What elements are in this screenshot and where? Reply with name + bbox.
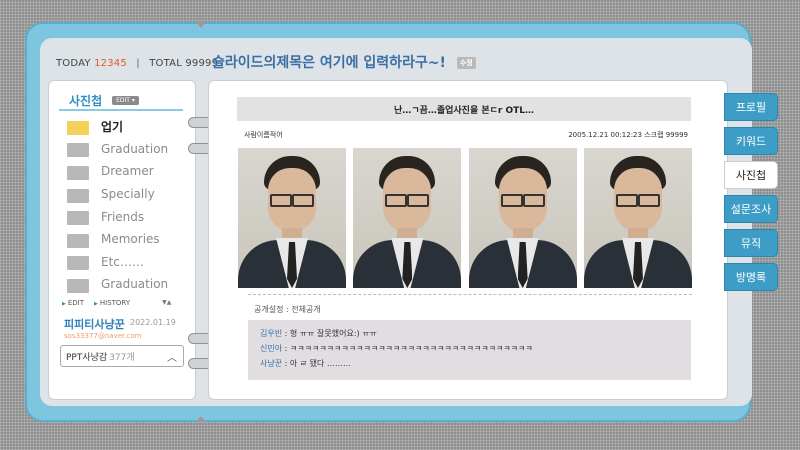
folder-icon [67, 256, 89, 271]
folder-icon [67, 188, 89, 203]
top-notch [196, 22, 206, 28]
folder-label: Etc…… [101, 254, 144, 269]
sidebar-edit-button[interactable]: EDIT ▾ [112, 95, 139, 105]
folder-item[interactable]: Graduation [67, 138, 187, 161]
folder-label: Graduation [101, 141, 169, 156]
history-link[interactable]: HISTORY [94, 299, 130, 307]
comment-text: : ㅋㅋㅋㅋㅋㅋㅋㅋㅋㅋㅋㅋㅋㅋㅋㅋㅋㅋㅋㅋㅋㅋㅋㅋㅋㅋㅋㅋㅋㅋㅋㅋㅋ [282, 344, 533, 353]
folder-label: Dreamer [101, 164, 154, 179]
comment-author[interactable]: 신민아 [260, 344, 282, 353]
counter-separator: | [136, 57, 140, 69]
folder-list: 업기 Graduation Dreamer Specially Friends … [67, 115, 187, 296]
folder-icon [67, 278, 89, 293]
folder-icon [67, 233, 89, 248]
dropdown-count: 377개 [109, 352, 135, 363]
post-divider [248, 294, 692, 295]
today-count: 12345 [94, 57, 127, 69]
folder-item[interactable]: 업기 [67, 115, 187, 138]
total-label: TOTAL [149, 57, 182, 69]
sidebar-header: 사진첩 EDIT ▾ [59, 91, 183, 111]
graduation-photo[interactable] [468, 148, 577, 288]
post-timestamp: 2005.12.21 00:12:23 스크랩 99999 [568, 131, 688, 139]
graduation-photo[interactable] [583, 148, 692, 288]
photo-glasses [385, 194, 430, 207]
folder-label: Memories [101, 232, 160, 247]
comment-text: : 아 ㄹ 됐다 ……… [282, 359, 351, 368]
open-folder-icon [67, 120, 89, 135]
tab-guestbook[interactable]: 방명록 [724, 263, 778, 291]
graduation-photo[interactable] [238, 148, 346, 288]
folder-icon [67, 165, 89, 180]
folder-label: Graduation [101, 277, 169, 292]
bottom-notch [196, 416, 206, 422]
today-label: TODAY [56, 57, 91, 69]
site-title-text: 슬라이드의제목은 여기에 입력하라구~! [212, 55, 446, 71]
post-title: 난…ㄱ끔…졸업사진을 본ㄷr OTL… [237, 97, 691, 121]
tab-photo-album[interactable]: 사진첩 [724, 161, 778, 189]
photo-glasses [270, 194, 314, 207]
folder-item[interactable]: Etc…… [67, 251, 187, 274]
dropdown-label: PPT사냥감 [66, 352, 108, 363]
comment-row: 사냥꾼 : 아 ㄹ 됐다 ……… [260, 356, 679, 371]
profile-email[interactable]: sos33377@naver.com [64, 332, 141, 340]
collapse-arrows-icon[interactable]: ▼▲ [162, 299, 171, 307]
comment-text: : 형 ㅠㅠ 잘못했어요:) ㅠㅠ [282, 329, 377, 338]
photo-glasses [615, 194, 660, 207]
edit-link[interactable]: EDIT [62, 299, 84, 307]
folder-item[interactable]: Memories [67, 228, 187, 251]
folder-item[interactable]: Dreamer [67, 160, 187, 183]
comment-author[interactable]: 사냥꾼 [260, 359, 282, 368]
folder-label: 업기 [101, 119, 124, 134]
photo-gallery [238, 148, 692, 288]
tab-keyword[interactable]: 키워드 [724, 127, 778, 155]
photo-glasses [500, 194, 545, 207]
comment-author[interactable]: 김우빈 [260, 329, 282, 338]
profile-name[interactable]: 피피티사냥꾼 [64, 316, 125, 332]
folder-icon [67, 143, 89, 158]
tab-survey[interactable]: 설문조사 [724, 195, 778, 223]
privacy-setting: 공개설정 : 전체공개 [254, 305, 321, 314]
site-title: 슬라이드의제목은 여기에 입력하라구~! 수정 [212, 52, 476, 72]
folder-item[interactable]: Friends [67, 205, 187, 228]
comment-box: 김우빈 : 형 ㅠㅠ 잘못했어요:) ㅠㅠ 신민아 : ㅋㅋㅋㅋㅋㅋㅋㅋㅋㅋㅋㅋ… [248, 320, 691, 380]
folder-icon [67, 211, 89, 226]
comment-row: 신민아 : ㅋㅋㅋㅋㅋㅋㅋㅋㅋㅋㅋㅋㅋㅋㅋㅋㅋㅋㅋㅋㅋㅋㅋㅋㅋㅋㅋㅋㅋㅋㅋㅋㅋ [260, 341, 679, 356]
folder-item[interactable]: Graduation [67, 273, 187, 296]
friends-dropdown[interactable]: PPT사냥감 377개 ︿ [60, 345, 184, 367]
sidebar-links: EDIT HISTORY ▼▲ [62, 299, 172, 307]
tab-music[interactable]: 뮤직 [724, 229, 778, 257]
post-author: 사람이름적어 [244, 131, 283, 139]
sidebar-title: 사진첩 [69, 93, 103, 108]
post-meta: 사람이름적어 2005.12.21 00:12:23 스크랩 99999 [244, 130, 688, 140]
graduation-photo[interactable] [353, 148, 462, 288]
folder-label: Specially [101, 187, 155, 202]
visitor-counter: TODAY 12345 | TOTAL 99999 [56, 50, 218, 76]
folder-label: Friends [101, 209, 145, 224]
side-tabs: 프로필 키워드 사진첩 설문조사 뮤직 방명록 [724, 93, 778, 297]
site-title-edit-button[interactable]: 수정 [456, 57, 476, 69]
folder-item[interactable]: Specially [67, 183, 187, 206]
profile-date: 2022.01.19 [130, 318, 176, 327]
tab-profile[interactable]: 프로필 [724, 93, 778, 121]
chevron-up-icon: ︿ [167, 353, 177, 364]
comment-row: 김우빈 : 형 ㅠㅠ 잘못했어요:) ㅠㅠ [260, 326, 679, 341]
